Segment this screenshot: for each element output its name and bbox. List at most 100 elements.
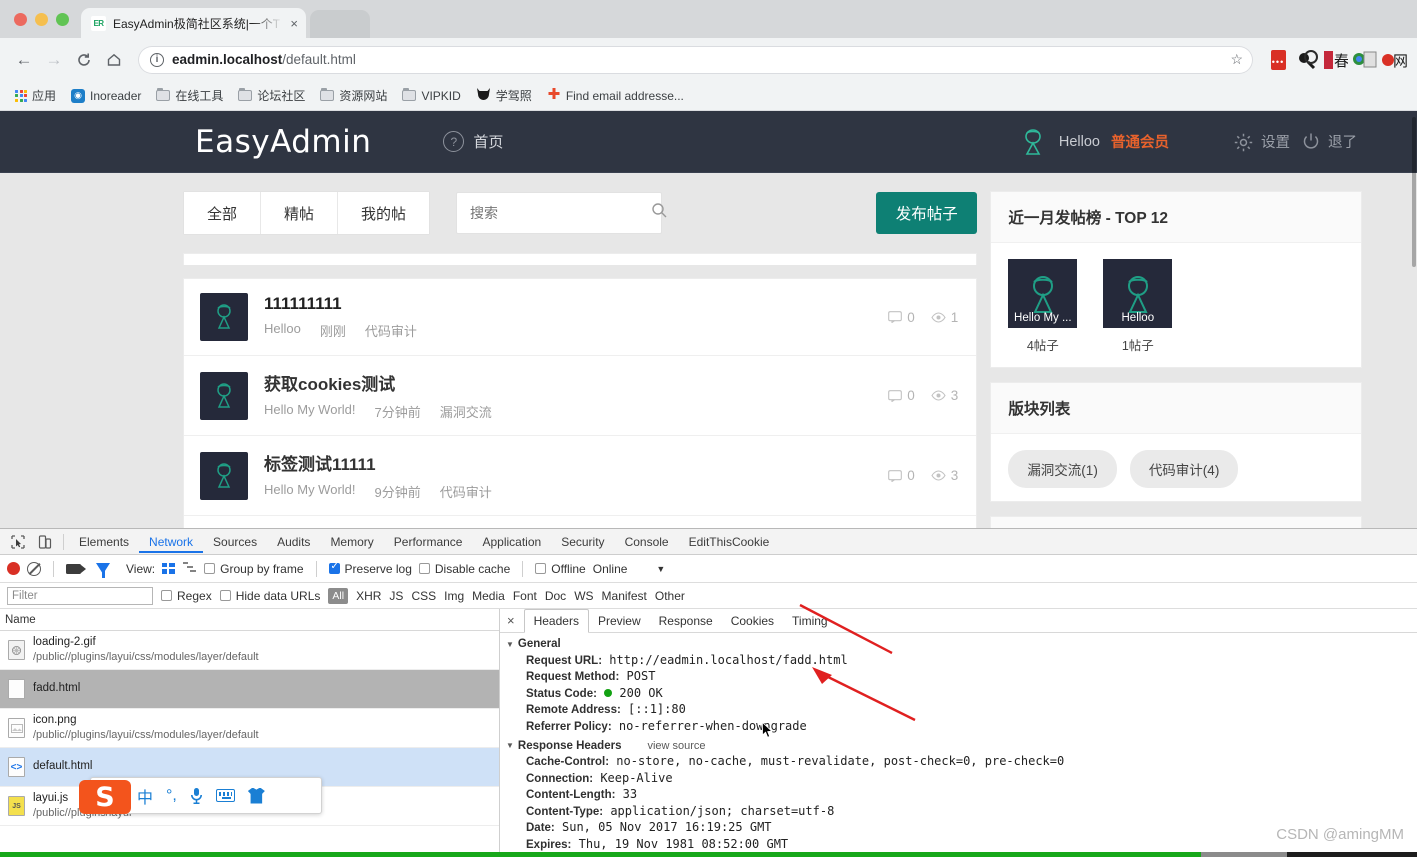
preserve-log-checkbox[interactable]: Preserve log — [328, 561, 412, 576]
tab-audits[interactable]: Audits — [267, 530, 320, 553]
reload-icon[interactable] — [70, 46, 98, 74]
search-icon[interactable] — [651, 202, 668, 224]
sogou-logo-icon[interactable]: S — [79, 780, 131, 814]
skin-icon[interactable] — [247, 787, 265, 804]
checkbox[interactable] — [161, 590, 172, 601]
bookmark-online-tools[interactable]: 在线工具 — [150, 84, 229, 107]
chevron-down-icon[interactable]: ▼ — [656, 564, 665, 574]
filter-manifest[interactable]: Manifest — [602, 589, 647, 603]
filter-xhr[interactable]: XHR — [356, 589, 381, 603]
tab-mine[interactable]: 我的帖 — [338, 192, 430, 234]
bookmark-find-email[interactable]: Find email addresse... — [541, 84, 690, 107]
device-toolbar-icon[interactable] — [31, 530, 58, 554]
ime-toolbar[interactable]: S 中 °, — [79, 777, 322, 814]
checkbox[interactable] — [204, 563, 216, 574]
browser-extension-icon[interactable] — [1352, 47, 1378, 73]
netease-extension-icon[interactable]: 网 — [1381, 47, 1407, 73]
tab-headers[interactable]: Headers — [523, 609, 589, 633]
bookmark-apps[interactable]: 应用 — [9, 84, 62, 107]
search-input[interactable] — [470, 205, 652, 221]
checkbox[interactable] — [418, 563, 430, 574]
browser-tab[interactable]: ER EasyAdmin极简社区系统|一个T × — [81, 8, 306, 38]
tab-application[interactable]: Application — [472, 530, 551, 553]
keyboard-icon[interactable] — [215, 789, 235, 802]
filter-all-button[interactable]: All — [328, 587, 349, 604]
view-grid-icon[interactable] — [162, 563, 175, 574]
tab-cookies[interactable]: Cookies — [722, 610, 783, 632]
forward-icon[interactable]: → — [40, 46, 68, 74]
address-bar[interactable]: i eadmin.localhost/default.html ☆ — [138, 45, 1253, 74]
tab-all[interactable]: 全部 — [184, 192, 262, 234]
inspect-element-icon[interactable] — [4, 530, 31, 554]
tab-preview[interactable]: Preview — [589, 610, 650, 632]
user-name[interactable]: Helloo — [1059, 134, 1100, 150]
board-chip[interactable]: 漏洞交流(1) — [1008, 450, 1117, 488]
nav-home[interactable]: ? 首页 — [443, 131, 503, 152]
list-item[interactable]: fadd.html — [0, 670, 499, 709]
filter-js[interactable]: JS — [389, 589, 403, 603]
home-icon[interactable] — [100, 46, 128, 74]
column-header-name[interactable]: Name — [0, 609, 499, 631]
site-info-icon[interactable]: i — [150, 52, 164, 67]
chunqiu-extension-icon[interactable]: 春 — [1323, 47, 1349, 73]
bookmark-driving[interactable]: 学驾照 — [470, 84, 538, 107]
filter-icon[interactable] — [96, 563, 110, 578]
post-category[interactable]: 漏洞交流 — [440, 402, 492, 421]
filter-doc[interactable]: Doc — [545, 589, 566, 603]
waterfall-icon[interactable] — [182, 561, 197, 576]
post-category[interactable]: 代码审计 — [440, 482, 492, 501]
throttling-select[interactable]: Online — [593, 562, 628, 576]
view-source-link[interactable]: view source — [647, 740, 705, 752]
bookmark-resources[interactable]: 资源网站 — [314, 84, 393, 107]
tab-response[interactable]: Response — [650, 610, 722, 632]
close-window-button[interactable] — [14, 13, 27, 26]
bookmark-star-icon[interactable]: ☆ — [1230, 51, 1243, 68]
tab-sources[interactable]: Sources — [203, 530, 267, 553]
microphone-icon[interactable] — [190, 787, 203, 804]
filter-font[interactable]: Font — [513, 589, 537, 603]
response-headers-section-title[interactable]: ▼ Response Headers view source — [506, 740, 1417, 752]
clear-icon[interactable] — [27, 561, 41, 576]
regex-checkbox[interactable]: Regex — [161, 589, 212, 603]
filter-ws[interactable]: WS — [574, 589, 593, 603]
create-post-button[interactable]: 发布帖子 — [876, 192, 978, 234]
tab-console[interactable]: Console — [615, 530, 679, 553]
checkbox[interactable] — [219, 590, 231, 601]
tab-performance[interactable]: Performance — [384, 530, 473, 553]
tab-security[interactable]: Security — [551, 530, 614, 553]
checkbox[interactable] — [328, 561, 340, 574]
bookmark-inoreader[interactable]: ◉ Inoreader — [65, 86, 147, 106]
tab-memory[interactable]: Memory — [320, 530, 383, 553]
checkbox[interactable] — [535, 563, 547, 574]
filter-input[interactable]: Filter — [7, 586, 153, 605]
list-item[interactable]: Hello My ... 4帖子 — [1008, 259, 1078, 354]
post-title[interactable]: 获取cookies测试 — [264, 370, 872, 395]
board-chip[interactable]: 代码审计(4) — [1129, 450, 1239, 488]
post-title[interactable]: 111111111 — [264, 294, 872, 314]
logout-button[interactable]: 退了 — [1301, 131, 1357, 152]
disable-cache-checkbox[interactable]: Disable cache — [418, 562, 510, 576]
avatar[interactable] — [1018, 127, 1048, 157]
scrollbar-thumb[interactable] — [1412, 117, 1416, 267]
ime-mode-chinese[interactable]: 中 — [137, 784, 153, 808]
tab-elements[interactable]: Elements — [69, 530, 139, 553]
table-row[interactable] — [184, 516, 976, 528]
bookmark-forum[interactable]: 论坛社区 — [232, 84, 311, 107]
tab-timing[interactable]: Timing — [783, 610, 837, 632]
bookmark-vipkid[interactable]: VIPKID — [396, 86, 466, 106]
inactive-tab[interactable] — [310, 10, 370, 38]
post-title[interactable]: 标签测试11111 — [264, 450, 872, 475]
filter-media[interactable]: Media — [472, 589, 505, 603]
hide-data-urls-checkbox[interactable]: Hide data URLs — [219, 589, 320, 603]
offline-checkbox[interactable]: Offline — [535, 562, 586, 576]
tab-featured[interactable]: 精帖 — [261, 192, 339, 234]
minimize-window-button[interactable] — [35, 13, 48, 26]
group-by-frame-checkbox[interactable]: Group by frame — [204, 562, 304, 576]
general-section-title[interactable]: ▼ General — [506, 638, 1417, 650]
list-item[interactable]: Helloo 1帖子 — [1103, 259, 1173, 354]
search-extension-icon[interactable] — [1294, 47, 1320, 73]
page-scrollbar[interactable] — [1411, 111, 1417, 528]
post-category[interactable]: 代码审计 — [365, 321, 417, 340]
record-button[interactable] — [7, 562, 20, 575]
screenshot-icon[interactable] — [66, 563, 86, 574]
